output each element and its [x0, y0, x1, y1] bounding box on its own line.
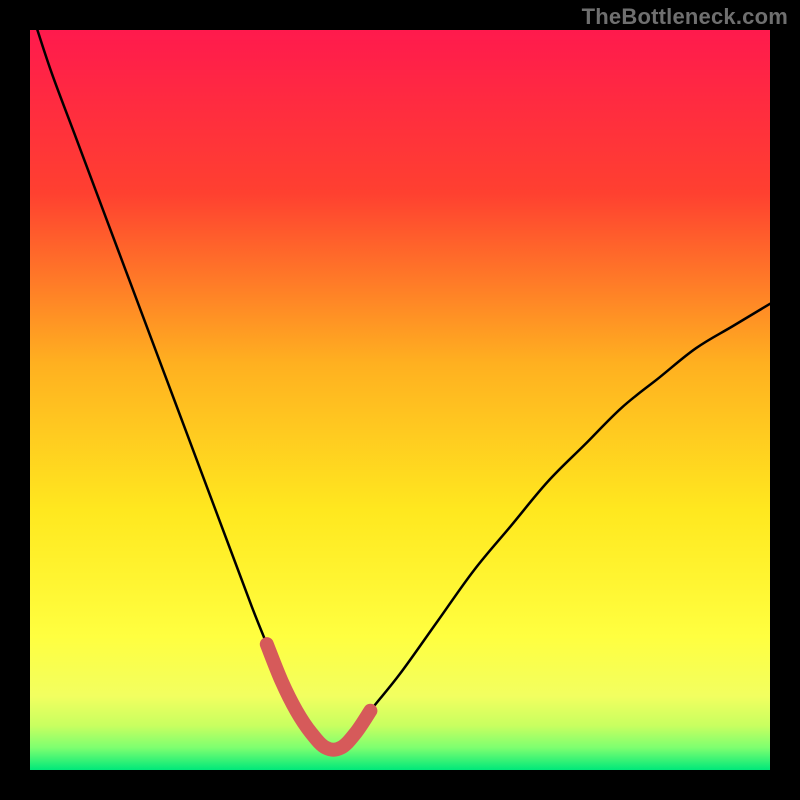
gradient-background — [30, 30, 770, 770]
plot-area — [30, 30, 770, 770]
bottleneck-chart — [30, 30, 770, 770]
chart-frame: TheBottleneck.com — [0, 0, 800, 800]
watermark-text: TheBottleneck.com — [582, 4, 788, 30]
